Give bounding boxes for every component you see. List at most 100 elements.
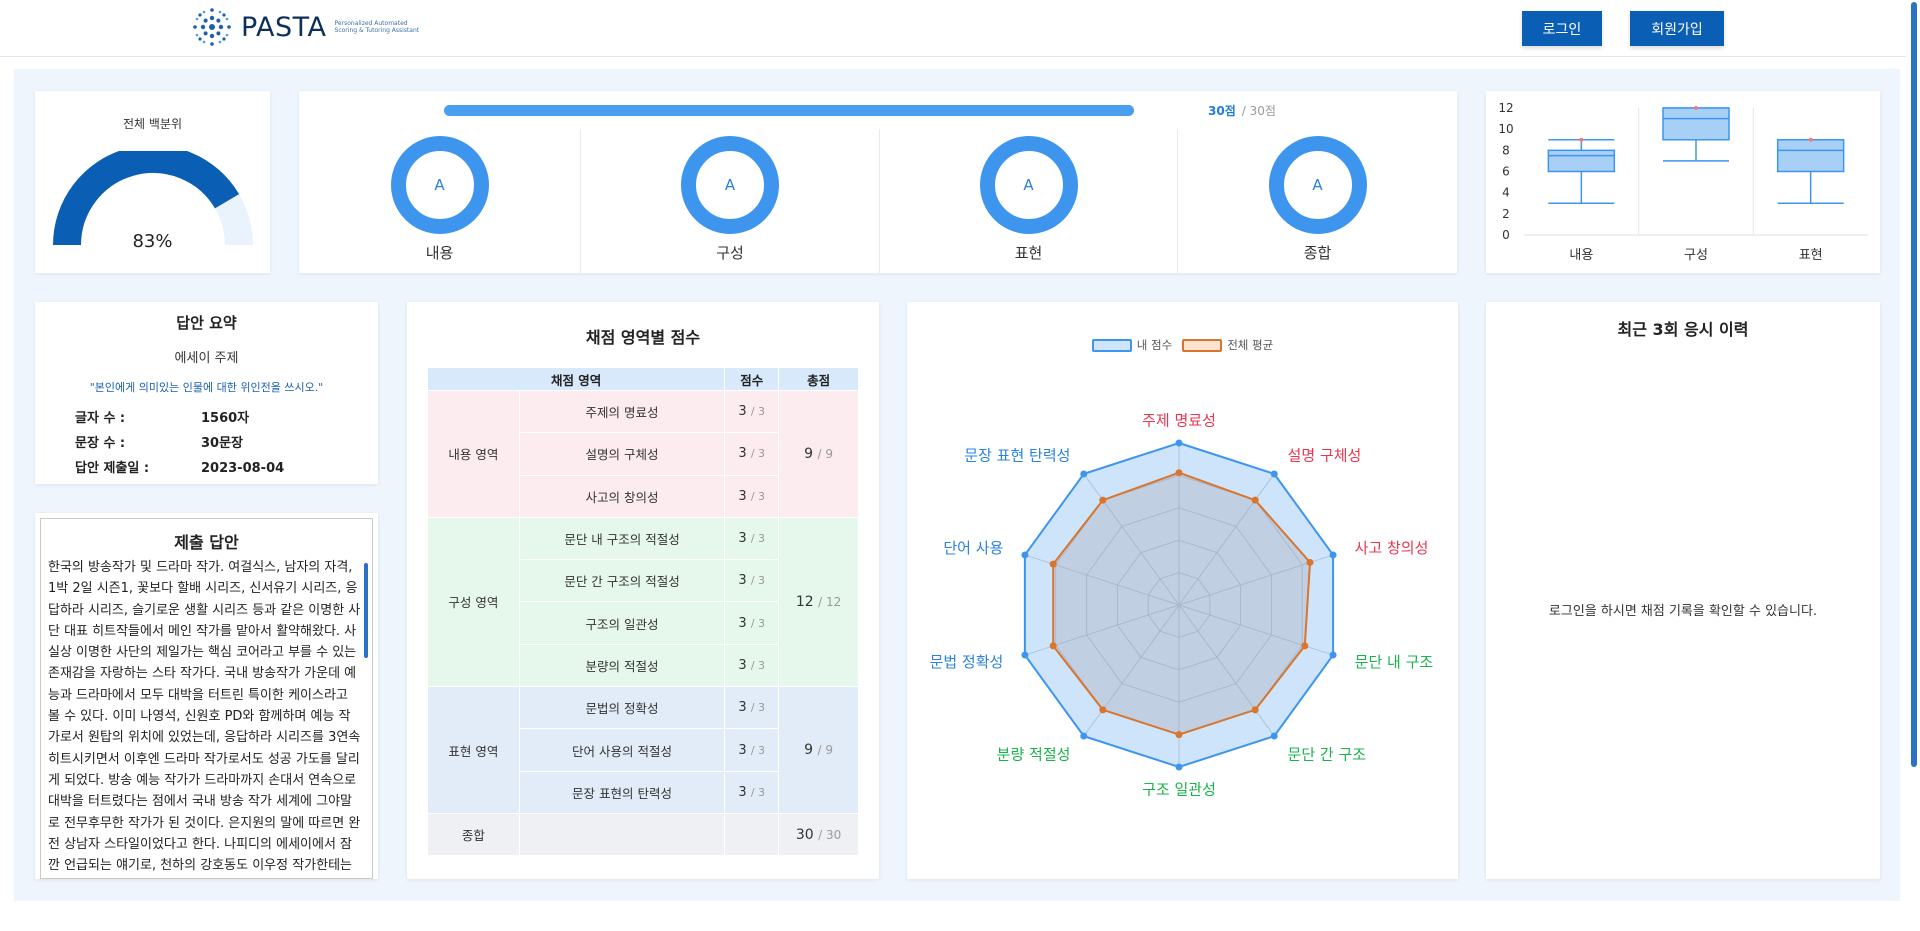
radar-point <box>1080 732 1088 740</box>
summary-value: 1560자 <box>201 411 250 426</box>
box-my-score-point <box>1579 137 1584 142</box>
y-tick-label: 12 <box>1498 101 1513 115</box>
radar-chart: 주제 명료성설명 구체성사고 창의성문단 내 구조문단 간 구조구조 일관성 분량… <box>930 411 1434 799</box>
radar-axis-label: 단어 사용 <box>943 539 1003 557</box>
item-score: 3 / 3 <box>724 559 780 603</box>
table-total-row: 종합 30 / 30 <box>427 812 859 857</box>
group-total: 9 / 9 <box>778 390 859 518</box>
table-row: 내용 영역 주제의 명료성 3 / 3 9 / 9 <box>427 389 859 518</box>
x-tick-label: 내용 <box>1569 248 1593 263</box>
brand-name: PASTA <box>241 11 327 43</box>
radar-point <box>1099 706 1107 714</box>
score-table: 채점 영역 점수 총점 내용 영역 주제의 명료성 3 / 3 9 / 9 설명… <box>426 367 859 857</box>
score-value: 30점 <box>1208 104 1236 118</box>
radar-axis-label: 설명 구체성 <box>1288 447 1362 465</box>
y-tick-label: 2 <box>1502 207 1510 221</box>
radar-axis-label: 문장 표현 탄력성 <box>964 447 1070 465</box>
radar-point <box>1021 651 1029 659</box>
item-name: 단어 사용의 적절성 <box>518 728 726 772</box>
summary-row-sentences: 문장 수 : 30문장 <box>75 432 243 451</box>
score-progress-fill <box>444 105 1134 116</box>
summary-row-date: 답안 제출일 : 2023-08-04 <box>75 457 284 476</box>
radar-point <box>1270 470 1278 478</box>
grade-overall: A 종합 <box>1178 129 1457 273</box>
percentile-title: 전체 백분위 <box>122 117 182 131</box>
group-total: 12 / 12 <box>778 516 859 688</box>
answer-text: 한국의 방송작가 및 드라마 작가. 여걸식스, 남자의 자격, 1박 2일 시… <box>48 560 361 874</box>
item-name: 문장 표현의 탄력성 <box>518 770 726 814</box>
item-score: 3 / 3 <box>724 432 780 476</box>
answer-summary-card: 답안 요약 에세이 주제 "본인에게 의미있는 인물에 대한 위인전을 쓰시오.… <box>35 302 378 484</box>
y-tick-label: 10 <box>1498 122 1513 136</box>
radar-point <box>1306 558 1314 566</box>
table-row: 표현 영역 문법의 정확성 3 / 3 9 / 9 <box>427 686 859 814</box>
top-nav-bar: PASTA Personalized Automated Scoring & T… <box>0 0 1920 57</box>
box-my-score-point <box>1808 137 1813 142</box>
brand-tagline: Personalized Automated Scoring & Tutorin… <box>334 20 420 34</box>
item-name: 구조의 일관성 <box>518 601 726 645</box>
box-iqr <box>1547 149 1616 173</box>
item-name: 사고의 창의성 <box>518 474 726 518</box>
pasta-logo[interactable]: PASTA Personalized Automated Scoring & T… <box>191 6 425 48</box>
radar-point <box>1049 560 1057 568</box>
login-button[interactable]: 로그인 <box>1522 11 1602 46</box>
percentile-card: 전체 백분위 83% <box>35 91 270 273</box>
group-name: 구성 영역 <box>427 516 520 688</box>
score-readout: 30점 / 30점 <box>1208 102 1276 119</box>
item-name: 문법의 정확성 <box>518 686 726 730</box>
table-header-row: 채점 영역 점수 총점 <box>426 367 859 391</box>
summary-key: 답안 제출일 : <box>75 461 150 476</box>
item-score: 3 / 3 <box>724 601 780 645</box>
item-score: 3 / 3 <box>724 770 780 814</box>
score-progress-bar <box>444 105 1134 116</box>
radar-axis-label: 문단 내 구조 <box>1355 653 1434 671</box>
grade-expression: A 표현 <box>880 129 1177 273</box>
grade-label: 표현 <box>1014 244 1043 262</box>
group-name: 내용 영역 <box>427 390 520 518</box>
signup-button[interactable]: 회원가입 <box>1630 11 1724 46</box>
radar-point <box>1301 642 1309 650</box>
radar-axis-label: 사고 창의성 <box>1355 539 1429 557</box>
grade-ring: A <box>1268 136 1367 234</box>
grade-letter: A <box>724 176 736 194</box>
radar-point <box>1049 642 1057 650</box>
total-empty <box>518 812 726 857</box>
page-scrollbar-thumb[interactable] <box>1911 2 1917 767</box>
grade-card: 30점 / 30점 A 내용 A 구성 A 표현 A 종합 <box>299 91 1457 273</box>
item-name: 분량의 적절성 <box>518 643 726 688</box>
radar-card: 내 점수 전체 평균 주제 명료성 설명 구체성 사고 창의성 문단 내 구조 문단 간… <box>907 302 1458 879</box>
y-tick-label: 0 <box>1502 228 1510 242</box>
summary-title: 답안 요약 <box>176 314 237 332</box>
submitted-answer-card: 제출 답안 한국의 방송작가 및 드라마 작가. 여걸식스, 남자의 자격, 1… <box>35 513 378 879</box>
radar-point <box>1021 551 1029 559</box>
summary-row-chars: 글자 수 : 1560자 <box>75 407 249 426</box>
group-name: 표현 영역 <box>427 686 520 814</box>
grade-content: A 내용 <box>299 129 580 273</box>
item-score: 3 / 3 <box>724 389 780 434</box>
grade-label: 종합 <box>1303 244 1332 262</box>
y-tick-label: 6 <box>1502 165 1510 179</box>
radar-point <box>1175 439 1183 447</box>
item-score: 3 / 3 <box>724 516 780 561</box>
radar-point <box>1270 732 1278 740</box>
grade-label: 구성 <box>716 244 744 262</box>
percentile-value: 83% <box>132 231 173 252</box>
grade-letter: A <box>1023 176 1034 194</box>
table-row: 구성 영역 문단 내 구조의 적절성 3 / 3 12 / 12 <box>427 516 859 688</box>
history-login-message: 로그인을 하시면 채점 기록을 확인할 수 있습니다. <box>1548 604 1818 619</box>
x-tick-label: 구성 <box>1684 248 1708 263</box>
score-total: / 30점 <box>1241 104 1276 118</box>
history-title: 최근 3회 응시 이력 <box>1617 320 1749 339</box>
boxplot-card: 0 2 4 6 8 10 12 내용 구성 표현 <box>1486 91 1880 273</box>
answer-scroll-box[interactable]: 제출 답안 한국의 방송작가 및 드라마 작가. 여걸식스, 남자의 자격, 1… <box>40 518 373 879</box>
radar-axis-label: 구조 일관성 <box>1142 781 1216 799</box>
radar-point <box>1175 763 1183 771</box>
answer-scrollbar-thumb[interactable] <box>364 563 368 658</box>
page-scrollbar[interactable] <box>1906 0 1920 931</box>
answer-title: 제출 답안 <box>174 533 239 552</box>
summary-key: 문장 수 : <box>75 436 126 451</box>
y-tick-label: 8 <box>1502 143 1510 157</box>
box-iqr <box>1776 139 1845 173</box>
grade-letter: A <box>434 176 445 194</box>
item-score: 3 / 3 <box>724 643 780 688</box>
